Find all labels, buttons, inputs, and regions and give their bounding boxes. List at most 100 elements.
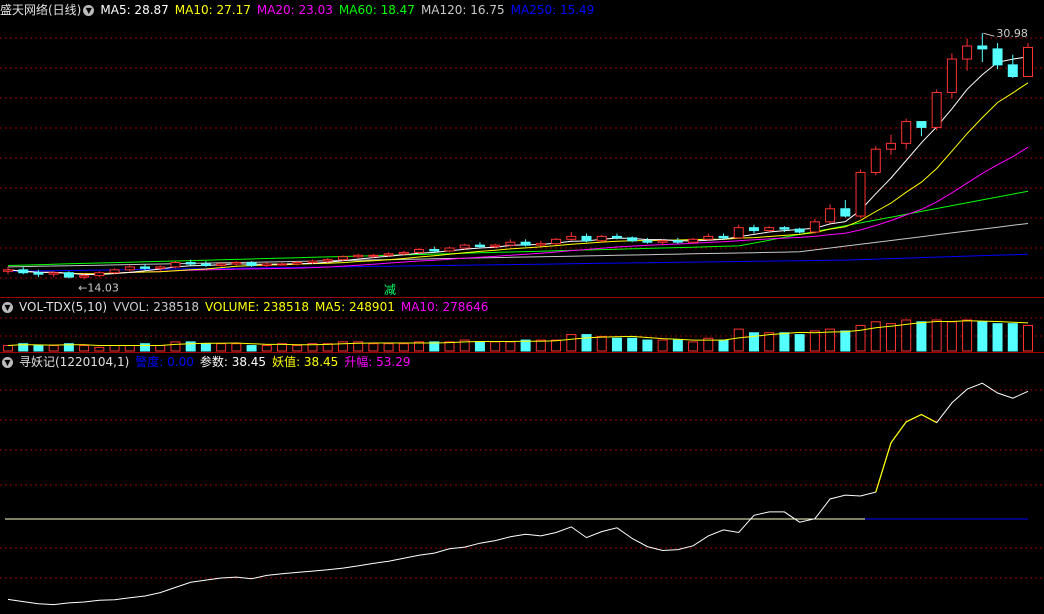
candle-body [566,235,577,240]
volume-bar [596,335,607,352]
volume-bar [718,339,729,352]
candle-body [140,266,151,269]
sub-indicator: 妖值: 38.45 [272,355,339,369]
yao-value-line [7,382,1029,606]
volume-bar [246,345,257,352]
candle-body [901,121,912,144]
candle-body [733,227,744,239]
candle-body [748,227,759,232]
volume-bar [261,345,272,352]
candle-body [962,45,973,60]
candle-body [444,247,455,252]
collapse-icon[interactable]: ▼ [2,356,13,368]
candle-body [3,269,13,272]
volume-bar [688,341,699,352]
volume-bar [94,346,105,352]
volume-bar [870,321,881,352]
candle-body [764,227,775,232]
volume-bar [779,332,790,352]
volume-bar [946,321,957,352]
candle-body [292,262,303,265]
candle-body [353,254,364,258]
volume-bar [581,334,592,352]
volume-bar [657,339,668,352]
vol-indicator: MA5: 248901 [314,300,395,314]
ma-indicator: MA20: 23.03 [256,3,333,17]
volume-bar [809,330,820,352]
candle-body [216,263,227,266]
volume-bar [916,321,927,352]
volume-bar [748,332,759,352]
vol-indicator: VVOL: 238518 [113,300,200,314]
candle-body [398,251,409,255]
candle-body [1023,46,1033,78]
candle-body [642,240,653,243]
candle-body [368,254,379,257]
candle-body [231,262,242,265]
candle-body [551,238,562,245]
collapse-icon[interactable]: ▼ [2,301,13,313]
collapse-icon[interactable]: ▼ [83,4,95,16]
candle-body [94,272,105,277]
high-price-pointer [983,32,995,37]
volume-bar [733,328,744,352]
volume-bar [992,323,1003,352]
ma-indicator: MA5: 28.87 [100,3,169,17]
vol-indicator: MA10: 278646 [400,300,489,314]
volume-bar [3,345,13,352]
volume-bar [383,343,394,352]
volume-bar [672,339,683,352]
candle-body [170,262,181,268]
candle-body [505,241,516,246]
volume-bar [490,341,501,352]
volume-bar [109,345,120,352]
volume-bar [79,345,90,352]
volume-bar [627,337,638,352]
candle-body [33,272,44,275]
candle-body [490,244,501,248]
candle-body [185,262,196,265]
candle-body [63,272,74,278]
vol-title[interactable]: VOL-TDX(5,10) [19,300,107,314]
volume-bar [48,345,59,352]
main-pane-header: 盛天网络(日线) ▼ MA5: 28.87 MA10: 27.17 MA20: 23.0… [0,2,606,18]
candle-body [718,235,729,239]
candle-body [414,248,425,253]
candle-body [794,228,805,233]
candle-body [383,253,394,256]
candle-body [581,235,592,242]
candle-body [474,244,485,248]
ma-indicator: MA10: 27.17 [174,3,251,17]
volume-bar [170,341,181,352]
sub-indicator: 升幅: 53.29 [344,355,411,369]
high-price-label: 30.98 [996,27,1028,40]
candle-body [596,235,607,242]
volume-bar [398,343,409,352]
stock-title[interactable]: 盛天网络(日线) [0,3,81,17]
sub-title[interactable]: 寻妖记(1220104,1) [19,355,129,369]
candle-body [825,208,836,223]
candle-body [48,272,59,275]
candle-body [1007,64,1018,78]
pane-separator-sub [0,352,1044,353]
candle-body [535,243,546,246]
candle-body [109,269,120,274]
candle-body [18,269,29,274]
volume-bar [611,337,622,352]
volume-bar [566,334,577,352]
volume-bar [1023,324,1033,352]
pane-separator-vol [0,297,1044,298]
candle-body [657,240,668,243]
volume-bar [474,341,485,352]
candle-body [779,227,790,230]
candle-body [322,259,333,262]
yao-surge-segment [875,413,937,493]
candle-body [261,263,272,266]
volume-bar [155,345,166,352]
candle-body [931,92,942,128]
volume-bar [840,330,851,352]
ma-indicator: MA60: 18.47 [338,3,415,17]
ma-indicator: MA120: 16.75 [420,3,505,17]
candle-body [809,221,820,233]
volume-bar [764,332,775,352]
